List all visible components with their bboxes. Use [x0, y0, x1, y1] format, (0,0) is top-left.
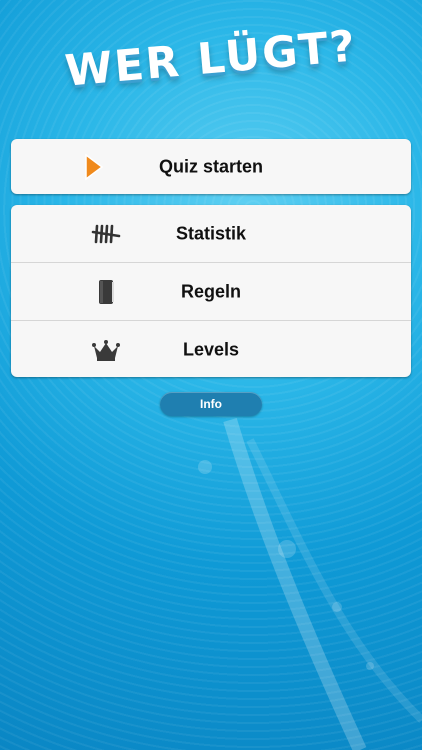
menu-item-label: Levels [182, 339, 240, 359]
bubble [198, 460, 212, 474]
quiz-start-label: Quiz starten [158, 156, 264, 176]
app-title: WER LÜGT? [63, 21, 359, 97]
main-menu: Statistik Regeln Levels [11, 205, 411, 377]
menu-item-label: Statistik [175, 223, 247, 243]
bubble [278, 540, 296, 558]
bubble [366, 662, 374, 670]
info-button[interactable]: Info [160, 392, 262, 416]
menu-item-levels[interactable]: Levels [11, 320, 411, 378]
menu-item-regeln[interactable]: Regeln [11, 262, 411, 320]
menu-item-statistik[interactable]: Statistik [11, 205, 411, 262]
bubble [332, 602, 342, 612]
quiz-start-button[interactable]: Quiz starten [11, 139, 411, 194]
menu-item-label: Regeln [180, 281, 241, 301]
